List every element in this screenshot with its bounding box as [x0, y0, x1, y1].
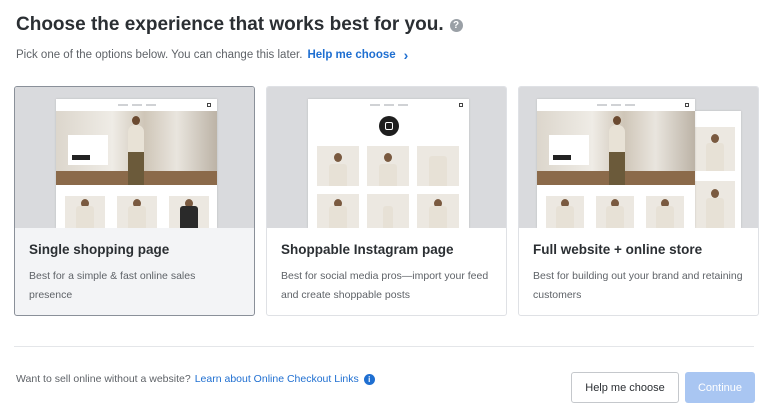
- card-body: Full website + online store Best for bui…: [519, 228, 758, 305]
- preview-mock-secondary-page: [689, 111, 741, 228]
- continue-button[interactable]: Continue: [685, 372, 755, 403]
- product-tile: [596, 196, 634, 228]
- cart-icon: [207, 103, 211, 107]
- cart-icon: [685, 103, 689, 107]
- instagram-post-tile: [367, 194, 409, 228]
- experience-options: Single shopping page Best for a simple &…: [14, 86, 759, 316]
- help-me-choose-button[interactable]: Help me choose: [571, 372, 679, 403]
- page-title: Choose the experience that works best fo…: [16, 14, 463, 36]
- option-card-shoppable-instagram-page[interactable]: Shoppable Instagram page Best for social…: [266, 86, 507, 316]
- question-circle-icon[interactable]: ?: [449, 18, 463, 32]
- product-tile: [117, 196, 157, 228]
- card-description: Best for social media pros—import your f…: [281, 270, 489, 301]
- chevron-right-icon[interactable]: ›: [404, 47, 409, 63]
- preview-nav: [308, 99, 469, 111]
- option-card-single-shopping-page[interactable]: Single shopping page Best for a simple &…: [14, 86, 255, 316]
- product-tile: [65, 196, 105, 228]
- preview-hero-image: [537, 111, 695, 185]
- preview-mock-page: [308, 99, 469, 228]
- instagram-page-preview: [267, 87, 506, 228]
- product-tile: [646, 196, 684, 228]
- help-me-choose-link[interactable]: Help me choose: [307, 49, 395, 61]
- preview-nav: [537, 99, 695, 111]
- instagram-post-tile: [417, 194, 459, 228]
- footer-divider: [14, 346, 754, 347]
- product-tile: [169, 196, 209, 228]
- preview-hero-image: [56, 111, 217, 185]
- product-tile: [695, 127, 735, 171]
- card-title: Full website + online store: [533, 242, 703, 257]
- footer-question: Want to sell online without a website?: [16, 373, 191, 385]
- subtitle-text: Pick one of the options below. You can c…: [16, 49, 303, 61]
- instagram-post-tile: [317, 194, 359, 228]
- card-description: Best for a simple & fast online sales pr…: [29, 270, 196, 301]
- instagram-post-tile: [417, 146, 459, 186]
- product-tile: [695, 181, 735, 228]
- footer-message: Want to sell online without a website? L…: [16, 373, 375, 385]
- instagram-post-tile: [317, 146, 359, 186]
- page-title-text: Choose the experience that works best fo…: [16, 14, 444, 35]
- card-body: Shoppable Instagram page Best for social…: [267, 228, 506, 305]
- card-title: Shoppable Instagram page: [281, 242, 454, 257]
- preview-mock-page: [56, 99, 217, 228]
- page-subtitle: Pick one of the options below. You can c…: [16, 47, 408, 63]
- info-icon[interactable]: i: [363, 373, 375, 385]
- instagram-icon: [378, 116, 399, 136]
- single-shopping-page-preview: [15, 87, 254, 228]
- card-description: Best for building out your brand and ret…: [533, 270, 743, 301]
- card-title: Single shopping page: [29, 242, 170, 257]
- instagram-post-tile: [367, 146, 409, 186]
- card-body: Single shopping page Best for a simple &…: [15, 228, 254, 305]
- product-tile: [546, 196, 584, 228]
- online-checkout-links-link[interactable]: Learn about Online Checkout Links: [195, 373, 359, 385]
- cart-icon: [459, 103, 463, 107]
- preview-nav: [56, 99, 217, 111]
- full-website-preview: [519, 87, 758, 228]
- preview-mock-page: [537, 99, 695, 228]
- option-card-full-website-online-store[interactable]: Full website + online store Best for bui…: [518, 86, 759, 316]
